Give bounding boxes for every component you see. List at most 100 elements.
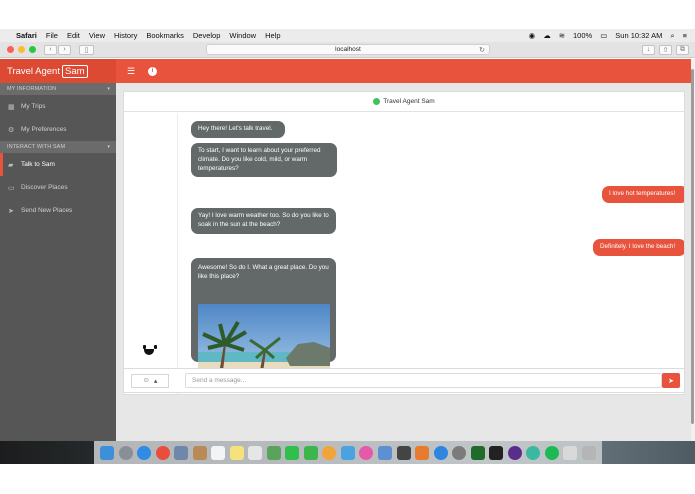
menu-safari[interactable]: Safari (16, 31, 37, 40)
chrome-icon[interactable] (155, 445, 170, 460)
brand-badge: Sam (61, 64, 88, 78)
sidebar-item-send-new-places[interactable]: ➤ Send New Places (0, 199, 116, 222)
messages-icon[interactable] (285, 445, 300, 460)
facetime-icon[interactable] (303, 445, 318, 460)
sidebar-item-my-trips[interactable]: ▦ My Trips (0, 95, 116, 118)
documents-folder-icon[interactable] (563, 445, 578, 460)
close-window-icon[interactable] (7, 46, 14, 53)
avatar-column (124, 113, 178, 394)
calendar-icon[interactable] (211, 445, 226, 460)
clock[interactable]: Sun 10:32 AM (615, 31, 662, 40)
ibooks-icon[interactable] (415, 445, 430, 460)
numbers-icon[interactable] (340, 445, 355, 460)
address-bar[interactable]: localhost ↻ (206, 44, 490, 55)
reminders-icon[interactable] (248, 445, 263, 460)
cloud-icon[interactable]: ☁ (543, 31, 551, 40)
app-store-icon[interactable] (433, 445, 448, 460)
sidebar-item-my-preferences[interactable]: ⚙ My Preferences (0, 118, 116, 141)
wifi-icon[interactable]: ≋ (559, 31, 565, 40)
notes-icon[interactable] (229, 445, 244, 460)
share-icon[interactable]: ⇧ (659, 44, 672, 55)
keynote-icon[interactable] (377, 445, 392, 460)
mail-icon[interactable] (174, 445, 189, 460)
photos-icon[interactable] (322, 445, 337, 460)
github-icon[interactable] (507, 445, 522, 460)
collapse-icon[interactable]: ▾ (107, 144, 110, 150)
url-text: localhost (335, 46, 361, 53)
sidebar-item-discover-places[interactable]: ▭ Discover Places (0, 176, 116, 199)
list-icon[interactable]: ≡ (683, 31, 687, 40)
safari-icon[interactable] (137, 445, 152, 460)
chat-messages[interactable]: Hey there! Let's talk travel. To start, … (124, 113, 684, 394)
sidebar-section-my-information[interactable]: MY INFORMATION ▾ (0, 83, 116, 95)
menu-edit[interactable]: Edit (67, 31, 80, 40)
sidebar-item-talk-to-sam[interactable]: ▰ Talk to Sam (0, 153, 116, 176)
section-title: MY INFORMATION (7, 86, 57, 92)
back-button[interactable]: ‹ (44, 44, 57, 55)
window-controls (7, 46, 36, 53)
send-button[interactable]: ➤ (662, 373, 680, 388)
reload-icon[interactable]: ↻ (479, 46, 485, 54)
browser-toolbar: ‹ › ▯ localhost ↻ ↓ ⇧ ⧉ (0, 42, 695, 58)
info-icon[interactable]: i (148, 66, 157, 76)
sidebar: MY INFORMATION ▾ ▦ My Trips ⚙ My Prefere… (0, 83, 116, 441)
user-message: Definitely. I love the beach! (593, 239, 684, 256)
bot-message: Yay! I love warm weather too. So do you … (191, 208, 336, 234)
tabs-icon[interactable]: ⧉ (676, 44, 689, 55)
terminal-icon[interactable] (489, 445, 504, 460)
send-icon: ➤ (668, 377, 674, 385)
sidebar-section-interact[interactable]: INTERACT WITH SAM ▾ (0, 141, 116, 153)
collapse-icon[interactable]: ▾ (107, 86, 110, 92)
sidebar-item-label: Send New Places (21, 207, 73, 214)
sidebar-item-label: My Preferences (21, 126, 67, 133)
itunes-icon[interactable] (359, 445, 374, 460)
dreamweaver-icon[interactable] (470, 445, 485, 460)
spotify-icon[interactable] (544, 445, 559, 460)
section-title: INTERACT WITH SAM (7, 144, 66, 150)
sidebar-toggle-icon[interactable]: ▯ (79, 44, 94, 55)
dock (94, 441, 602, 464)
menu-view[interactable]: View (89, 31, 105, 40)
menu-toggle-icon[interactable]: ☰ (124, 64, 138, 78)
atom-icon[interactable] (526, 445, 541, 460)
message-placeholder: Send a message... (192, 377, 247, 384)
menu-history[interactable]: History (114, 31, 137, 40)
battery-icon[interactable]: ▭ (600, 31, 607, 40)
menu-window[interactable]: Window (229, 31, 256, 40)
system-preferences-icon[interactable] (452, 445, 467, 460)
trash-icon[interactable] (581, 445, 596, 460)
menu-develop[interactable]: Develop (193, 31, 221, 40)
send-icon: ➤ (8, 207, 14, 215)
user-message: I love hot temperatures! (602, 186, 684, 203)
grid-icon: ▦ (8, 103, 15, 111)
bot-message: Hey there! Let's talk travel. (191, 121, 285, 138)
forward-button[interactable]: › (58, 44, 71, 55)
message-composer: ☺ ▴ Send a message... ➤ (123, 368, 685, 393)
app-header: Travel Agent Sam ☰ i (0, 59, 691, 83)
status-icon[interactable]: ◉ (529, 31, 536, 40)
sidebar-item-label: Discover Places (21, 184, 68, 191)
brand[interactable]: Travel Agent Sam (0, 59, 116, 83)
finder-icon[interactable] (100, 445, 115, 460)
page-scrollbar[interactable] (691, 59, 695, 441)
battery-percent: 100% (573, 31, 593, 40)
main-content: Travel Agent Sam Hey there! Let's talk t… (116, 83, 691, 441)
terminal-like-icon[interactable] (396, 445, 411, 460)
chat-title: Travel Agent Sam (383, 98, 435, 105)
scroll-thumb[interactable] (691, 69, 694, 424)
message-input[interactable]: Send a message... (185, 373, 662, 388)
minimize-window-icon[interactable] (18, 46, 25, 53)
maps-icon[interactable] (266, 445, 281, 460)
bot-message: To start, I want to learn about your pre… (191, 143, 337, 178)
caret-up-icon: ▴ (153, 377, 158, 385)
download-icon[interactable]: ↓ (642, 44, 655, 55)
menu-help[interactable]: Help (265, 31, 280, 40)
spotlight-icon[interactable]: ⌕ (670, 31, 674, 41)
zoom-window-icon[interactable] (29, 46, 36, 53)
contacts-icon[interactable] (192, 445, 207, 460)
launchpad-icon[interactable] (118, 445, 133, 460)
sidebar-item-label: Talk to Sam (21, 161, 55, 168)
emoji-picker-button[interactable]: ☺ ▴ (131, 373, 169, 388)
menu-bookmarks[interactable]: Bookmarks (146, 31, 184, 40)
menu-file[interactable]: File (46, 31, 58, 40)
